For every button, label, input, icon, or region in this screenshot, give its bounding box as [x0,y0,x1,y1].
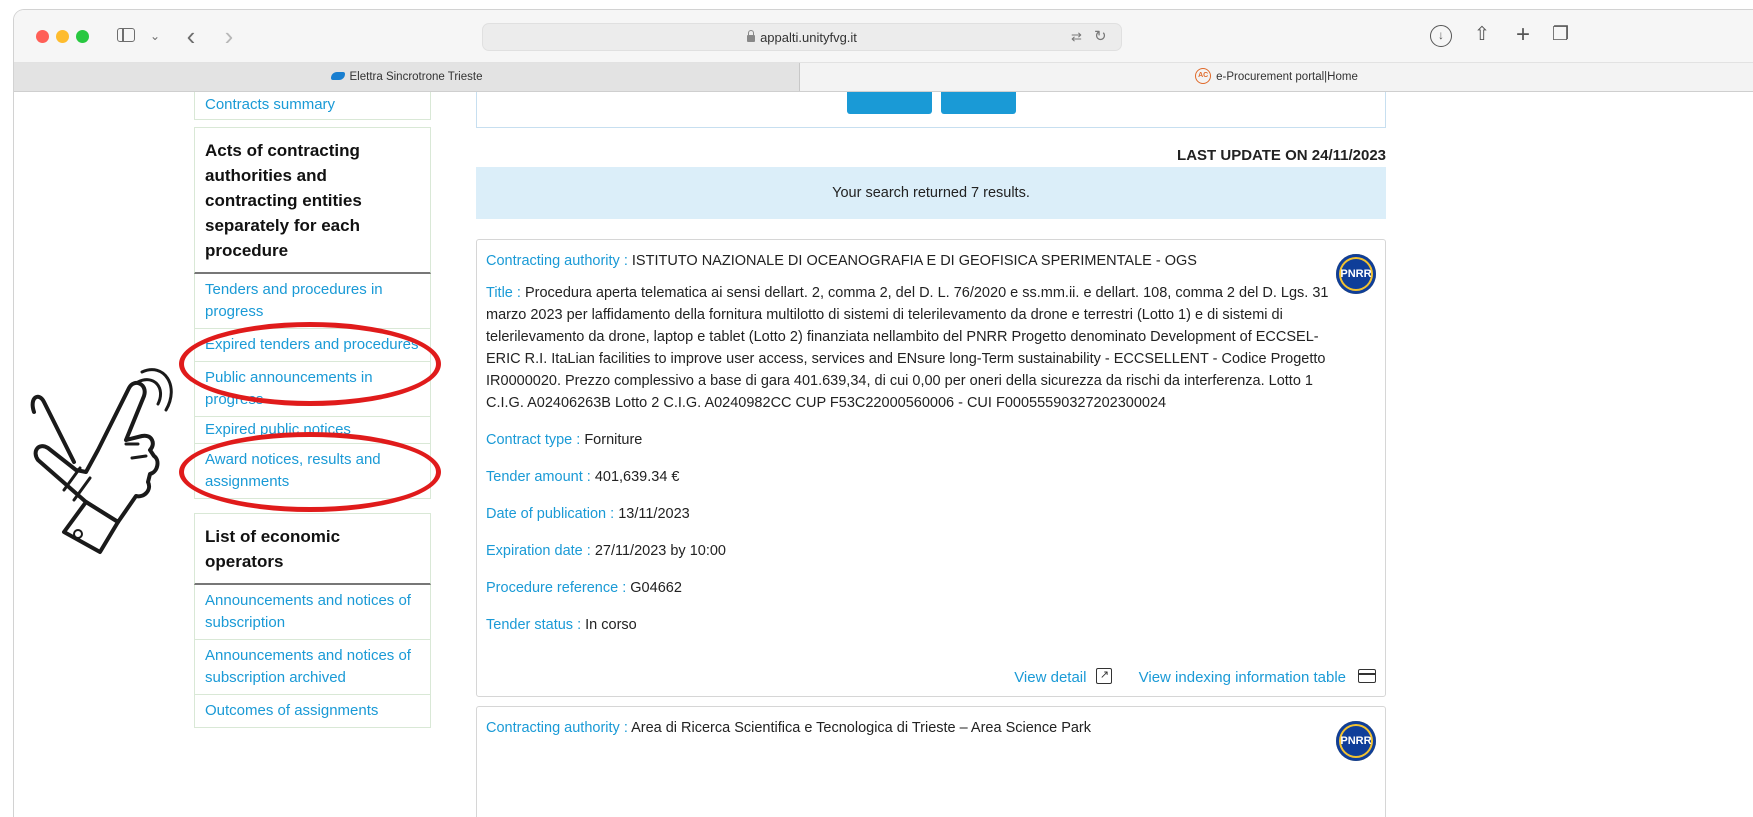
authority-field: Contracting authority : ISTITUTO NAZIONA… [486,250,1337,272]
field-label: Date of publication : [486,506,619,522]
address-bar[interactable]: appalti.unityfvg.it ⇄ ↻ [482,23,1122,51]
tab-bar: Elettra Sincrotrone Trieste AC e-Procurem… [14,63,1753,92]
title-field: Title : Procedura aperta telematica ai s… [486,282,1337,414]
authority-field: Contracting authority : Area di Ricerca … [486,717,1337,739]
field-value: 401,639.34 € [594,469,680,485]
highlight-ellipse-expired-tenders [179,322,441,406]
view-indexing-table-link[interactable]: View indexing information table [1139,669,1346,686]
field-label: Tender status : [486,617,586,633]
results-banner: Your search returned 7 results. [476,167,1386,219]
expiration-date-field: Expiration date : 27/11/2023 by 10:00 [486,540,1337,562]
external-link-icon[interactable]: ↗ [1096,668,1113,684]
left-sidebar: Contracts summary Acts of contracting au… [194,92,431,728]
field-value: ISTITUTO NAZIONALE DI OCEANOGRAFIA E DI … [631,253,1197,269]
field-value: Forniture [584,432,643,448]
sidebar-section-operators-title: List of economic operators [194,513,431,585]
field-label: Contract type : [486,432,585,448]
contract-type-field: Contract type : Forniture [486,429,1337,451]
pnrr-badge: PNRR [1336,721,1376,761]
forward-icon[interactable]: › [220,23,238,49]
close-window-button[interactable] [36,30,49,43]
reload-icon[interactable]: ↻ [1094,27,1107,45]
card-actions: View detail ↗ View indexing information t… [992,668,1376,686]
tab-elettra[interactable]: Elettra Sincrotrone Trieste [14,63,800,91]
sidebar-toggle-icon[interactable] [116,24,138,48]
reset-button[interactable] [941,92,1016,114]
pointing-hand-icon [30,368,173,554]
field-label: Tender amount : [486,469,595,485]
url-display: appalti.unityfvg.it [483,30,1121,45]
sidebar-section-acts-title: Acts of contracting authorities and cont… [194,127,431,274]
url-text: appalti.unityfvg.it [760,30,857,45]
chevron-down-icon[interactable]: ⌄ [148,24,162,48]
zoom-window-button[interactable] [76,30,89,43]
field-label: Procedure reference : [486,580,631,596]
field-value: Area di Ricerca Scientifica e Tecnologic… [631,720,1092,736]
field-value: 27/11/2023 by 10:00 [594,543,726,559]
sidebar-item-announcements-archived[interactable]: Announcements and notices of subscriptio… [194,640,431,695]
result-card: PNRR Contracting authority : Area di Ric… [476,706,1386,817]
browser-toolbar: ⌄ ‹ › appalti.unityfvg.it ⇄ ↻ ↓ ⇧ + ❐ [14,10,1753,63]
procedure-reference-field: Procedure reference : G04662 [486,577,1337,599]
sidebar-item-contracts-summary[interactable]: Contracts summary [194,92,431,120]
field-label: Expiration date : [486,543,595,559]
highlight-ellipse-award-notices [179,432,441,512]
tab-label: e-Procurement portal|Home [1216,71,1358,83]
translate-icon[interactable]: ⇄ [1071,29,1082,45]
field-value: In corso [585,617,637,633]
field-label: Title : [486,285,525,301]
view-detail-link[interactable]: View detail [1014,669,1086,686]
tab-eprocurement[interactable]: AC e-Procurement portal|Home [800,63,1753,91]
field-value: G04662 [630,580,682,596]
search-panel [476,92,1386,128]
result-card: PNRR Contracting authority : ISTITUTO NA… [476,239,1386,697]
page-content: Contracts summary Acts of contracting au… [14,92,1753,817]
publication-date-field: Date of publication : 13/11/2023 [486,503,1337,525]
field-label: Contracting authority : [486,720,632,736]
sidebar-item-announcements-subscription[interactable]: Announcements and notices of subscriptio… [194,585,431,640]
tab-overview-icon[interactable]: ❐ [1552,23,1569,47]
search-button[interactable] [847,92,932,114]
field-value: 13/11/2023 [618,506,690,522]
sidebar-item-tenders-in-progress[interactable]: Tenders and procedures in progress [194,274,431,329]
minimize-window-button[interactable] [56,30,69,43]
download-icon[interactable]: ↓ [1430,25,1452,47]
back-icon[interactable]: ‹ [182,23,200,49]
last-update-text: LAST UPDATE ON 24/11/2023 [1177,147,1386,164]
tender-status-field: Tender status : In corso [486,614,1337,636]
field-label: Contracting authority : [486,253,632,269]
ac-favicon-icon: AC [1195,67,1212,84]
share-icon[interactable]: ⇧ [1474,23,1490,47]
pnrr-badge: PNRR [1336,254,1376,294]
browser-window: ⌄ ‹ › appalti.unityfvg.it ⇄ ↻ ↓ ⇧ + ❐ El… [14,10,1753,817]
lock-icon [747,30,756,42]
field-value: Procedura aperta telematica ai sensi del… [486,285,1329,411]
table-icon[interactable] [1358,669,1376,683]
tab-label: Elettra Sincrotrone Trieste [349,71,483,83]
tender-amount-field: Tender amount : 401,639.34 € [486,466,1337,488]
sidebar-item-outcomes-assignments[interactable]: Outcomes of assignments [194,695,431,728]
new-tab-icon[interactable]: + [1516,23,1530,47]
elettra-favicon-icon [330,71,345,80]
